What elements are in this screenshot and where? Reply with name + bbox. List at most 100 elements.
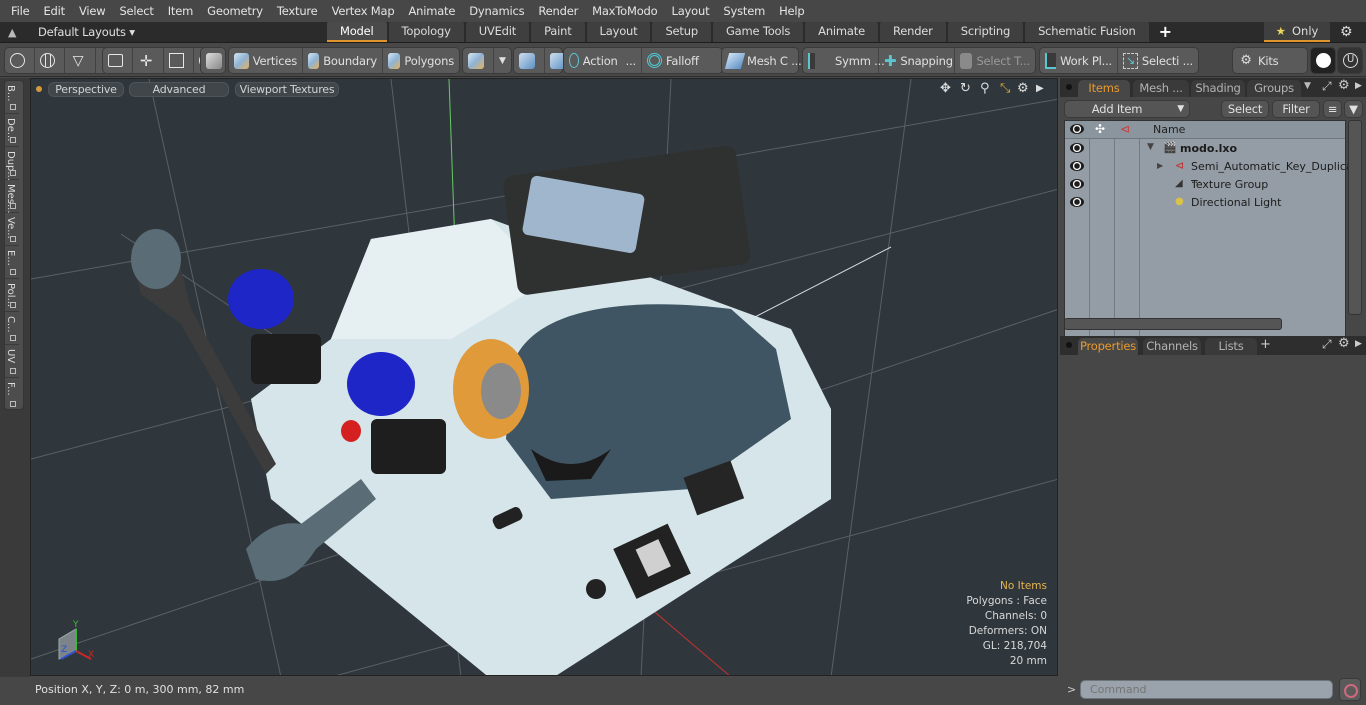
tab-lists[interactable]: Lists bbox=[1205, 338, 1257, 355]
vertices-button[interactable]: Vertices bbox=[229, 48, 303, 73]
viewport-gear-icon[interactable]: ⚙ bbox=[1017, 81, 1029, 96]
pan-icon[interactable]: ✥ bbox=[940, 81, 951, 96]
circle-select-button[interactable] bbox=[5, 48, 35, 73]
item-list-vertical-scrollbar[interactable] bbox=[1348, 120, 1362, 315]
visibility-eye-icon[interactable] bbox=[1070, 143, 1084, 153]
menu-item[interactable]: Item bbox=[161, 0, 200, 22]
list-options-button[interactable]: ≡ bbox=[1323, 100, 1342, 118]
add-panel-tab-button[interactable]: + bbox=[1260, 337, 1271, 352]
only-toggle[interactable]: ★ Only bbox=[1264, 22, 1330, 42]
mesh-constraint-button[interactable]: Mesh C ... bbox=[722, 48, 807, 73]
panel-gear-icon[interactable]: ⚙ bbox=[1338, 336, 1350, 351]
square-button[interactable] bbox=[164, 48, 194, 73]
viewport-textures-button[interactable]: Viewport Textures bbox=[235, 82, 339, 97]
menu-file[interactable]: File bbox=[4, 0, 36, 22]
tool-tab-duplicate[interactable]: Dup... bbox=[5, 147, 19, 181]
snapping-button[interactable]: ✚ Snapping bbox=[879, 48, 955, 73]
action-center-button[interactable]: Action... bbox=[564, 48, 642, 73]
tab-topology[interactable]: Topology bbox=[388, 22, 464, 42]
key-duplicator-model[interactable] bbox=[131, 144, 831, 676]
polygons-button[interactable]: Polygons bbox=[383, 48, 459, 73]
menu-select[interactable]: Select bbox=[112, 0, 160, 22]
item-row-scene[interactable]: ▼ 🎬 modo.lxo bbox=[1065, 140, 1345, 158]
default-layouts-dropdown[interactable]: Default Layouts ▾ bbox=[38, 25, 135, 39]
menu-dynamics[interactable]: Dynamics bbox=[462, 0, 531, 22]
expand-arrow-icon[interactable]: ▶ bbox=[1157, 161, 1163, 170]
tool-tab-edge[interactable]: E... bbox=[5, 246, 19, 279]
tab-groups[interactable]: Groups bbox=[1247, 80, 1301, 97]
selection-sets-button[interactable]: ↘ Selecti ... bbox=[1118, 48, 1198, 73]
visibility-eye-icon[interactable] bbox=[1070, 197, 1084, 207]
name-column-header[interactable]: Name bbox=[1153, 123, 1185, 136]
tab-animate[interactable]: Animate bbox=[805, 22, 878, 42]
item-row-mesh[interactable]: ▶ ⊲ Semi_Automatic_Key_Duplica ... bbox=[1065, 158, 1353, 186]
zoom-icon[interactable]: ⚲ bbox=[980, 81, 990, 96]
menu-texture[interactable]: Texture bbox=[270, 0, 325, 22]
kits-button[interactable]: ⚙ Kits bbox=[1233, 48, 1283, 73]
cross-button[interactable]: ✛ bbox=[133, 48, 164, 73]
tabs-dropdown-icon[interactable]: ▼ bbox=[1304, 81, 1311, 91]
viewport-expand-arrow-icon[interactable]: ▶ bbox=[1036, 83, 1044, 94]
select-through-button[interactable]: Select T... bbox=[955, 48, 1035, 73]
tool-tab-deform[interactable]: De... bbox=[5, 114, 19, 147]
tab-schematic-fusion[interactable]: Schematic Fusion bbox=[1025, 22, 1149, 42]
visibility-eye-icon[interactable] bbox=[1070, 179, 1084, 189]
item-row-directional-light[interactable]: ● Directional Light bbox=[1065, 194, 1345, 212]
visibility-eye-icon[interactable] bbox=[1070, 161, 1084, 171]
falloff-button[interactable]: Falloff bbox=[642, 48, 722, 73]
tab-layout[interactable]: Layout bbox=[586, 22, 651, 42]
maximize-panel-icon[interactable]: ⤢ bbox=[1322, 337, 1332, 352]
menu-system[interactable]: System bbox=[716, 0, 772, 22]
tab-uvedit[interactable]: UVEdit bbox=[465, 22, 530, 42]
pen-button[interactable]: ▽ bbox=[65, 48, 96, 73]
material-mode-button[interactable] bbox=[463, 48, 494, 73]
3d-viewport[interactable]: Y X Z Perspective Advanced Viewport Text… bbox=[30, 78, 1058, 676]
center-button[interactable] bbox=[514, 48, 545, 73]
item-row-texture-group[interactable]: ◢ Texture Group bbox=[1065, 176, 1345, 194]
tab-items[interactable]: Items bbox=[1078, 80, 1130, 97]
collapse-up-icon[interactable]: ▲ bbox=[8, 26, 16, 39]
unity-button[interactable] bbox=[1311, 48, 1340, 73]
unreal-button[interactable]: U bbox=[1338, 48, 1366, 73]
menu-layout[interactable]: Layout bbox=[665, 0, 717, 22]
tab-shading[interactable]: Shading bbox=[1191, 80, 1245, 97]
tool-tab-uv[interactable]: UV bbox=[5, 345, 19, 378]
tool-tab-mesh-edit[interactable]: Mes... bbox=[5, 180, 19, 214]
work-plane-button[interactable]: Work Pl... bbox=[1040, 48, 1118, 73]
command-record-button[interactable] bbox=[1339, 678, 1361, 701]
item-mode-button[interactable] bbox=[201, 48, 231, 73]
globe-button[interactable] bbox=[35, 48, 65, 73]
tab-render[interactable]: Render bbox=[879, 22, 946, 42]
tab-model[interactable]: Model bbox=[327, 22, 387, 42]
filter-button[interactable]: Filter bbox=[1272, 100, 1320, 118]
tab-setup[interactable]: Setup bbox=[652, 22, 711, 42]
tab-properties[interactable]: Properties bbox=[1078, 338, 1138, 355]
item-list-horizontal-scrollbar[interactable] bbox=[1064, 318, 1282, 330]
panel-menu-dot[interactable] bbox=[1066, 84, 1072, 90]
rotate-icon[interactable]: ↻ bbox=[960, 81, 971, 96]
symmetry-button[interactable]: Symm ... bbox=[803, 48, 885, 73]
tool-tab-basic[interactable]: B... bbox=[5, 81, 19, 114]
add-tab-button[interactable]: + bbox=[1151, 22, 1180, 43]
menu-view[interactable]: View bbox=[72, 0, 113, 22]
material-dropdown[interactable]: ▼ bbox=[494, 48, 511, 73]
collapse-arrow-icon[interactable]: ▼ bbox=[1147, 142, 1154, 152]
select-button[interactable]: Select bbox=[1221, 100, 1269, 118]
panel-arrow-icon[interactable]: ▶ bbox=[1355, 81, 1362, 91]
menu-animate[interactable]: Animate bbox=[401, 0, 462, 22]
menu-help[interactable]: Help bbox=[772, 0, 811, 22]
tool-tab-curve[interactable]: C... bbox=[5, 312, 19, 345]
panel-menu-dot[interactable] bbox=[1066, 342, 1072, 348]
tool-tab-vertex[interactable]: Ve... bbox=[5, 213, 19, 246]
menu-geometry[interactable]: Geometry bbox=[200, 0, 270, 22]
menu-render[interactable]: Render bbox=[531, 0, 585, 22]
shading-mode-button[interactable]: Advanced bbox=[129, 82, 229, 97]
viewport-menu-dot[interactable] bbox=[36, 86, 42, 92]
menu-maxtomodo[interactable]: MaxToModo bbox=[585, 0, 664, 22]
maximize-icon[interactable]: ⤡ bbox=[1000, 81, 1010, 96]
tab-paint[interactable]: Paint bbox=[531, 22, 585, 42]
panel-gear-icon[interactable]: ⚙ bbox=[1338, 78, 1350, 93]
panel-arrow-icon[interactable]: ▶ bbox=[1355, 339, 1362, 349]
add-item-button[interactable]: Add Item ▼ bbox=[1064, 100, 1190, 118]
tool-tab-polygon[interactable]: Pol... bbox=[5, 279, 19, 312]
